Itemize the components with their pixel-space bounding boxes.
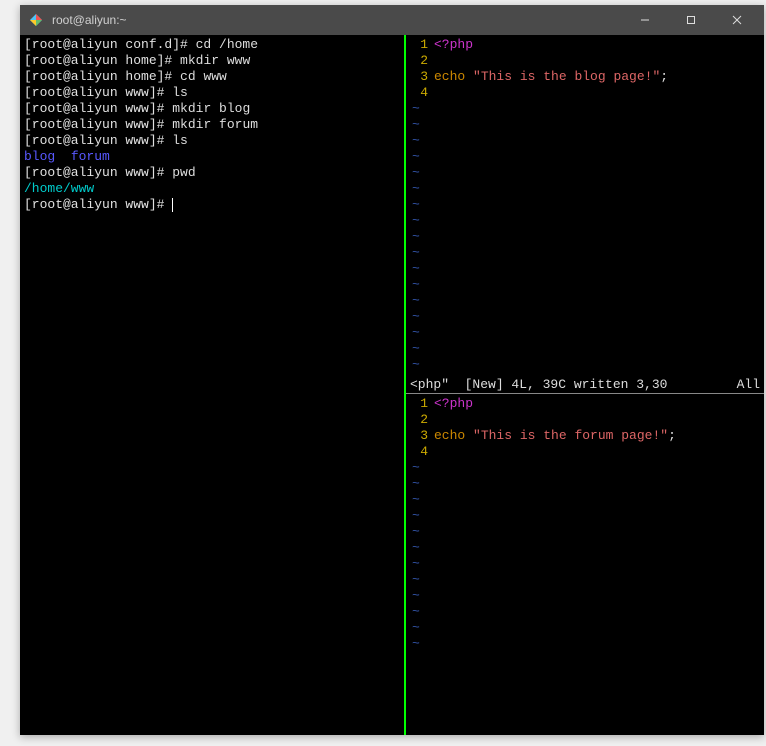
terminal-window: root@aliyun:~ [root@aliyun conf.d]# cd /… <box>20 5 764 735</box>
terminal-line: blog forum <box>24 149 400 165</box>
line-number: 3 <box>410 69 434 85</box>
shell-prompt: [root@aliyun www]# <box>24 117 164 132</box>
empty-line-marker: ~ <box>410 620 764 636</box>
shell-command: mkdir forum <box>164 117 258 132</box>
directory-name: blog <box>24 149 55 164</box>
code-line: 2 <box>410 412 764 428</box>
shell-prompt: [root@aliyun home]# <box>24 69 172 84</box>
line-number: 4 <box>410 85 434 101</box>
terminal-line: [root@aliyun www]# mkdir forum <box>24 117 400 133</box>
empty-line-marker: ~ <box>410 357 764 373</box>
window-title: root@aliyun:~ <box>52 13 622 27</box>
terminal-line: [root@aliyun home]# mkdir www <box>24 53 400 69</box>
code-line: 1<?php <box>410 396 764 412</box>
empty-line-marker: ~ <box>410 492 764 508</box>
path-output: /home/www <box>24 181 94 196</box>
app-icon <box>28 12 44 28</box>
shell-prompt: [root@aliyun www]# <box>24 165 164 180</box>
empty-line-marker: ~ <box>410 101 764 117</box>
empty-line-marker: ~ <box>410 245 764 261</box>
titlebar[interactable]: root@aliyun:~ <box>20 5 764 35</box>
shell-command: ls <box>164 85 187 100</box>
empty-line-marker: ~ <box>410 181 764 197</box>
terminal-line: [root@aliyun www]# mkdir blog <box>24 101 400 117</box>
empty-line-marker: ~ <box>410 325 764 341</box>
empty-line-marker: ~ <box>410 540 764 556</box>
terminal-line: [root@aliyun www]# ls <box>24 85 400 101</box>
code-line: 3echo "This is the blog page!"; <box>410 69 764 85</box>
empty-line-marker: ~ <box>410 524 764 540</box>
editor-pane: 1<?php23echo "This is the blog page!";4~… <box>406 35 764 735</box>
line-number: 3 <box>410 428 434 444</box>
shell-command: cd /home <box>188 37 258 52</box>
shell-prompt: [root@aliyun home]# <box>24 53 172 68</box>
close-button[interactable] <box>714 5 760 35</box>
editor-bottom-pane[interactable]: 1<?php23echo "This is the forum page!";4… <box>406 394 764 735</box>
terminal-line: [root@aliyun www]# ls <box>24 133 400 149</box>
empty-line-marker: ~ <box>410 149 764 165</box>
shell-command: mkdir www <box>172 53 250 68</box>
shell-command: cd www <box>172 69 227 84</box>
terminal-line: /home/www <box>24 181 400 197</box>
line-number: 1 <box>410 37 434 53</box>
empty-line-marker: ~ <box>410 588 764 604</box>
line-number: 2 <box>410 53 434 69</box>
terminal-cursor <box>172 198 173 212</box>
code-content: echo "This is the forum page!"; <box>434 428 676 444</box>
maximize-button[interactable] <box>668 5 714 35</box>
code-line: 3echo "This is the forum page!"; <box>410 428 764 444</box>
empty-line-marker: ~ <box>410 213 764 229</box>
shell-command: pwd <box>164 165 195 180</box>
content-area: [root@aliyun conf.d]# cd /home[root@aliy… <box>20 35 764 735</box>
empty-line-marker: ~ <box>410 277 764 293</box>
directory-name: forum <box>71 149 110 164</box>
code-line: 2 <box>410 53 764 69</box>
line-number: 2 <box>410 412 434 428</box>
terminal-pane[interactable]: [root@aliyun conf.d]# cd /home[root@aliy… <box>20 35 404 735</box>
terminal-line: [root@aliyun home]# cd www <box>24 69 400 85</box>
line-number: 1 <box>410 396 434 412</box>
empty-line-marker: ~ <box>410 572 764 588</box>
status-position: All <box>737 377 760 392</box>
empty-line-marker: ~ <box>410 556 764 572</box>
terminal-line: [root@aliyun conf.d]# cd /home <box>24 37 400 53</box>
minimize-button[interactable] <box>622 5 668 35</box>
shell-command: ls <box>164 133 187 148</box>
empty-line-marker: ~ <box>410 636 764 652</box>
code-line: 4 <box>410 85 764 101</box>
shell-prompt: [root@aliyun conf.d]# <box>24 37 188 52</box>
code-content: <?php <box>434 37 473 53</box>
empty-line-marker: ~ <box>410 117 764 133</box>
empty-line-marker: ~ <box>410 261 764 277</box>
editor-status-line: <php" [New] 4L, 39C written 3,30 All <box>406 376 764 394</box>
line-number: 4 <box>410 444 434 460</box>
editor-top-pane[interactable]: 1<?php23echo "This is the blog page!";4~… <box>406 35 764 376</box>
shell-prompt: [root@aliyun www]# <box>24 101 164 116</box>
shell-command: mkdir blog <box>164 101 250 116</box>
shell-prompt: [root@aliyun www]# <box>24 197 164 212</box>
empty-line-marker: ~ <box>410 476 764 492</box>
shell-prompt: [root@aliyun www]# <box>24 85 164 100</box>
empty-line-marker: ~ <box>410 229 764 245</box>
empty-line-marker: ~ <box>410 460 764 476</box>
code-line: 1<?php <box>410 37 764 53</box>
terminal-line: [root@aliyun www]# <box>24 197 400 213</box>
code-line: 4 <box>410 444 764 460</box>
empty-line-marker: ~ <box>410 341 764 357</box>
window-controls <box>622 5 760 35</box>
status-text: <php" [New] 4L, 39C written 3,30 <box>410 377 737 392</box>
empty-line-marker: ~ <box>410 293 764 309</box>
code-content: <?php <box>434 396 473 412</box>
empty-line-marker: ~ <box>410 508 764 524</box>
empty-line-marker: ~ <box>410 197 764 213</box>
empty-line-marker: ~ <box>410 309 764 325</box>
empty-line-marker: ~ <box>410 604 764 620</box>
shell-prompt: [root@aliyun www]# <box>24 133 164 148</box>
empty-line-marker: ~ <box>410 133 764 149</box>
terminal-line: [root@aliyun www]# pwd <box>24 165 400 181</box>
empty-line-marker: ~ <box>410 165 764 181</box>
code-content: echo "This is the blog page!"; <box>434 69 668 85</box>
shell-command <box>164 197 172 212</box>
